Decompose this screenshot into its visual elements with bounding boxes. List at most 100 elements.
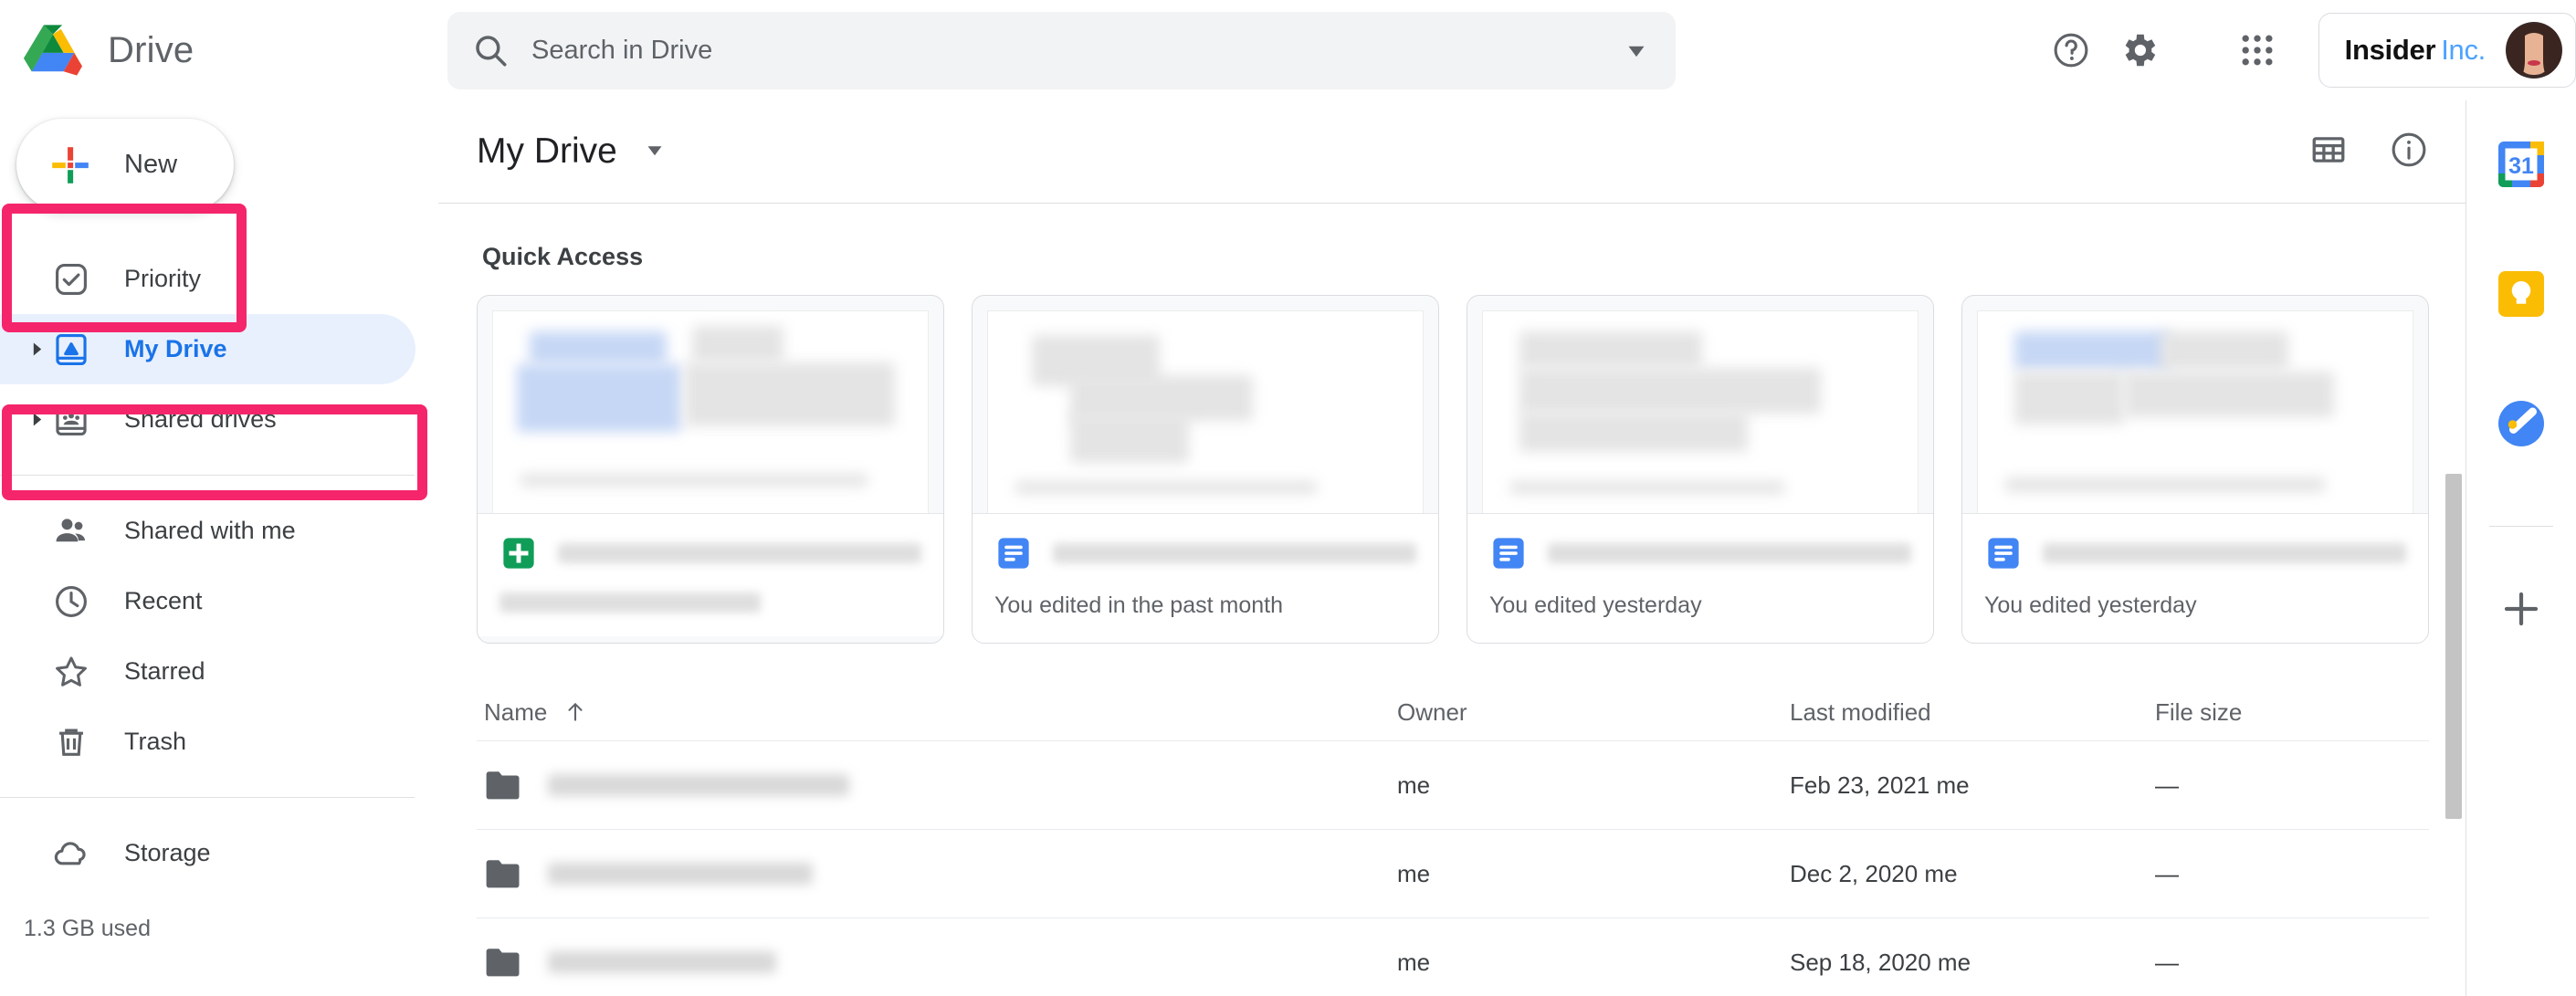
- google-calendar-icon[interactable]: 31: [2494, 137, 2549, 192]
- sidebar-item-label: Shared drives: [124, 405, 277, 434]
- content-scroll-area: Quick Access: [438, 204, 2466, 996]
- quick-access-card[interactable]: You edited in the past month: [972, 295, 1439, 644]
- google-docs-icon: [994, 534, 1033, 572]
- chevron-down-icon[interactable]: [641, 136, 668, 168]
- expand-arrow-icon[interactable]: [24, 412, 51, 427]
- new-button[interactable]: New: [16, 119, 234, 211]
- trash-icon: [51, 722, 91, 762]
- search-area: [447, 12, 1772, 89]
- settings-button[interactable]: [2105, 16, 2172, 84]
- add-app-button[interactable]: [2499, 587, 2543, 631]
- row-name-redacted: [548, 951, 776, 973]
- google-keep-icon[interactable]: [2494, 267, 2549, 321]
- shared-drives-icon: [51, 400, 91, 440]
- folder-icon: [484, 857, 522, 890]
- sidebar-divider-2: [0, 797, 415, 798]
- quick-access-card[interactable]: You edited yesterday: [1961, 295, 2429, 644]
- google-drive-logo-icon: [20, 21, 86, 79]
- table-row[interactable]: me Dec 2, 2020 me —: [477, 829, 2429, 917]
- search-icon: [471, 31, 510, 69]
- quick-access-card[interactable]: [477, 295, 944, 644]
- card-file-row: [1489, 534, 1911, 572]
- row-name-redacted: [548, 774, 849, 796]
- account-name-bold: Insider: [2345, 34, 2436, 67]
- main-header-actions: [2308, 130, 2429, 174]
- column-header-file-size[interactable]: File size: [2155, 698, 2429, 727]
- sidebar-item-label: Starred: [124, 657, 205, 686]
- card-file-row: [994, 534, 1416, 572]
- app-body: New Priority: [0, 100, 2576, 996]
- card-file-row: [1984, 534, 2406, 572]
- row-last-modified: Feb 23, 2021 me: [1790, 771, 2155, 800]
- sidebar: New Priority: [0, 100, 438, 996]
- row-name-cell: [484, 946, 1397, 979]
- row-owner: me: [1397, 949, 1790, 977]
- row-last-modified: Sep 18, 2020 me: [1790, 949, 2155, 977]
- column-header-owner[interactable]: Owner: [1397, 698, 1790, 727]
- sidebar-item-trash[interactable]: Trash: [0, 707, 438, 777]
- sidebar-item-my-drive[interactable]: My Drive: [0, 314, 415, 384]
- card-thumbnail: [1977, 310, 2413, 513]
- new-button-label: New: [124, 150, 177, 180]
- clock-icon: [51, 582, 91, 622]
- vertical-scrollbar[interactable]: [2444, 204, 2464, 996]
- card-file-name-line2-redacted: [499, 592, 761, 613]
- sidebar-item-label: Shared with me: [124, 517, 296, 545]
- plus-icon: [47, 142, 93, 188]
- row-last-modified: Dec 2, 2020 me: [1790, 860, 2155, 888]
- account-chip[interactable]: Insider Inc.: [2318, 13, 2576, 88]
- row-file-size: —: [2155, 949, 2429, 977]
- column-header-name-label: Name: [484, 698, 547, 727]
- row-file-size: —: [2155, 771, 2429, 800]
- chevron-down-icon[interactable]: [1621, 35, 1652, 66]
- sidebar-item-starred[interactable]: Starred: [0, 636, 438, 707]
- scrollbar-thumb[interactable]: [2445, 474, 2462, 819]
- row-name-redacted: [548, 863, 813, 885]
- sidebar-item-recent[interactable]: Recent: [0, 566, 438, 636]
- my-drive-icon: [51, 330, 91, 370]
- card-footer: [478, 513, 943, 636]
- table-row[interactable]: me Feb 23, 2021 me —: [477, 740, 2429, 829]
- card-thumbnail: [492, 310, 929, 513]
- search-input[interactable]: [531, 36, 1612, 66]
- cloud-icon: [51, 833, 91, 874]
- google-docs-icon: [1489, 534, 1528, 572]
- sidebar-item-storage[interactable]: Storage: [0, 818, 438, 888]
- main-content: My Drive: [438, 100, 2466, 996]
- table-row[interactable]: me Sep 18, 2020 me —: [477, 917, 2429, 996]
- top-bar: Drive: [0, 0, 2576, 100]
- row-owner: me: [1397, 860, 1790, 888]
- quick-access-cards: You edited in the past month: [477, 295, 2429, 644]
- quick-access-heading: Quick Access: [482, 243, 2429, 271]
- quick-access-card[interactable]: You edited yesterday: [1467, 295, 1934, 644]
- google-apps-button[interactable]: [2224, 16, 2291, 84]
- sidebar-item-shared-with-me[interactable]: Shared with me: [0, 496, 438, 566]
- column-header-name[interactable]: Name: [484, 698, 1397, 727]
- top-bar-actions: Insider Inc.: [1772, 13, 2576, 88]
- card-subtitle: You edited yesterday: [1489, 592, 1911, 619]
- card-subtitle: You edited in the past month: [994, 592, 1416, 619]
- expand-arrow-icon[interactable]: [24, 341, 51, 357]
- grid-view-button[interactable]: [2308, 130, 2349, 174]
- drive-title-dropdown[interactable]: My Drive: [477, 131, 668, 172]
- details-button[interactable]: [2389, 130, 2429, 174]
- sidebar-divider: [0, 475, 415, 476]
- search-box[interactable]: [447, 12, 1676, 89]
- google-docs-icon: [1984, 534, 2023, 572]
- people-icon: [51, 511, 91, 551]
- folder-icon: [484, 946, 522, 979]
- sidebar-nav: Priority My Drive: [0, 244, 438, 942]
- folder-icon: [484, 769, 522, 802]
- avatar[interactable]: [2506, 22, 2562, 79]
- column-header-last-modified[interactable]: Last modified: [1790, 698, 2155, 727]
- card-thumbnail: [987, 310, 1424, 513]
- google-tasks-icon[interactable]: [2494, 396, 2549, 451]
- help-button[interactable]: [2037, 16, 2105, 84]
- card-file-row: [499, 534, 921, 572]
- card-footer: You edited yesterday: [1467, 513, 1933, 643]
- storage-used-text: 1.3 GB used: [24, 916, 438, 942]
- sidebar-item-shared-drives[interactable]: Shared drives: [0, 384, 438, 455]
- brand[interactable]: Drive: [0, 21, 447, 79]
- page-title: My Drive: [477, 131, 617, 172]
- sidebar-item-priority[interactable]: Priority: [0, 244, 438, 314]
